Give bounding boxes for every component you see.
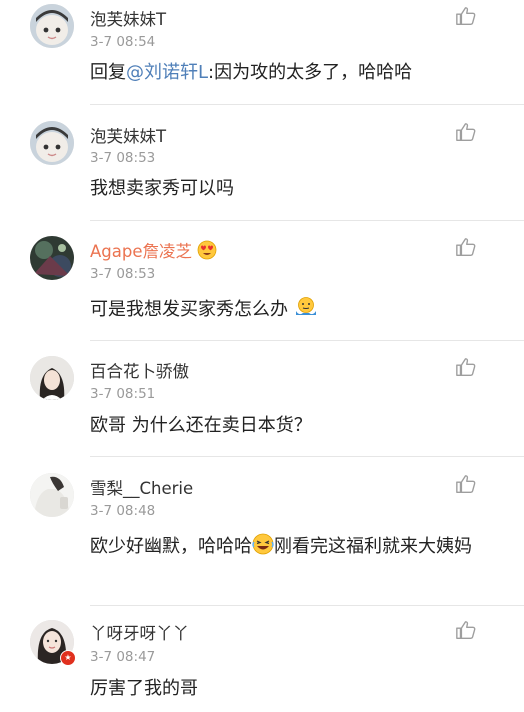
mention-link[interactable]: @刘诺轩L (126, 62, 208, 83)
comment-text: 欧少好幽默，哈哈哈 刚看完这福利就来大姨妈 (90, 533, 475, 560)
thumbs-up-icon[interactable] (455, 356, 477, 378)
avatar-image (30, 4, 74, 48)
avatar-image (30, 236, 74, 280)
comment-timestamp: 3-7 08:53 (90, 150, 156, 166)
avatar-image (30, 356, 74, 400)
heart-eyes-face-icon (197, 240, 217, 260)
comment-item: 雪梨__Cherie 3-7 08:48 欧少好幽默，哈哈哈 刚看完这福利就来大… (0, 457, 524, 605)
comment-item: 百合花卜骄傲 3-7 08:51 欧哥 为什么还在卖日本货？ (0, 341, 524, 456)
comment-timestamp: 3-7 08:48 (90, 503, 156, 519)
comment-username[interactable]: 丫呀牙呀丫丫 (90, 620, 189, 644)
thumbs-up-icon[interactable] (455, 121, 477, 143)
comment-body: 欧少好幽默，哈哈哈 (90, 536, 252, 557)
comment-item: 泡芙妹妹T 3-7 08:53 我想卖家秀可以吗 (0, 105, 524, 220)
comment-text: 厉害了我的哥 (90, 678, 198, 699)
comment-body: :因为攻的太多了，哈哈哈 (208, 62, 413, 83)
comment-timestamp: 3-7 08:47 (90, 649, 156, 665)
comment-item: ★ 丫呀牙呀丫丫 3-7 08:47 厉害了我的哥 (0, 606, 524, 712)
thumbs-up-icon[interactable] (455, 5, 477, 27)
avatar[interactable] (30, 121, 74, 165)
thumbs-up-icon[interactable] (455, 473, 477, 495)
comment-body: 可是我想发买家秀怎么办 (90, 299, 288, 320)
avatar[interactable] (30, 356, 74, 400)
reply-prefix: 回复 (90, 62, 126, 83)
avatar-image (30, 473, 74, 517)
comment-text: 我想卖家秀可以吗 (90, 178, 234, 199)
thumbs-up-icon[interactable] (455, 619, 477, 641)
comment-text: 回复@刘诺轩L:因为攻的太多了，哈哈哈 (90, 59, 490, 86)
comment-timestamp: 3-7 08:51 (90, 386, 156, 402)
comment-username[interactable]: 雪梨__Cherie (90, 475, 193, 499)
thumbs-up-icon[interactable] (455, 236, 477, 258)
comment-timestamp: 3-7 08:53 (90, 266, 156, 282)
comment-item: Agape詹凌芝 3-7 08:53 可是我想发买家秀怎么办 (0, 221, 524, 339)
shrugging-face-icon (295, 297, 316, 315)
avatar[interactable] (30, 473, 74, 517)
comment-text: 欧哥 为什么还在卖日本货？ (90, 415, 312, 436)
comment-body: 刚看完这福利就来大姨妈 (274, 536, 472, 557)
comment-username[interactable]: 泡芙妹妹T (90, 123, 166, 147)
username-text: Agape詹凌芝 (90, 242, 192, 261)
comment-text: 可是我想发买家秀怎么办 (90, 296, 490, 323)
laughing-face-icon (252, 533, 274, 555)
comment-username[interactable]: Agape詹凌芝 (90, 238, 217, 262)
avatar[interactable] (30, 4, 74, 48)
avatar[interactable] (30, 236, 74, 280)
comment-username[interactable]: 百合花卜骄傲 (90, 358, 189, 382)
vip-star-badge-icon: ★ (60, 650, 76, 666)
comment-username[interactable]: 泡芙妹妹T (90, 6, 166, 30)
comment-timestamp: 3-7 08:54 (90, 34, 156, 50)
avatar-image (30, 121, 74, 165)
comment-item: 泡芙妹妹T 3-7 08:54 回复@刘诺轩L:因为攻的太多了，哈哈哈 (0, 0, 524, 110)
